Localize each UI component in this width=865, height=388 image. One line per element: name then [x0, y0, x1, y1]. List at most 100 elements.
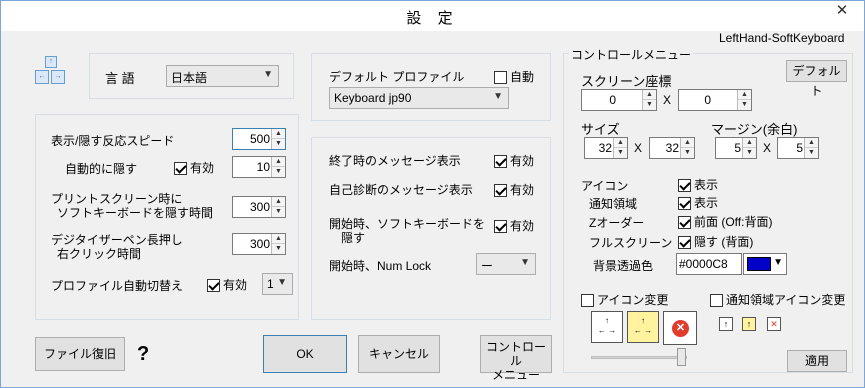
spin-down-icon[interactable]: ▼: [643, 100, 656, 110]
margin-y-stepper[interactable]: 5 ▲ ▼: [777, 137, 819, 159]
notify-icon-change-label: 通知領域アイコン変更: [726, 293, 846, 307]
close-button[interactable]: ✕: [828, 1, 856, 21]
apply-button[interactable]: 適用: [787, 350, 847, 372]
auto-hide-checkbox[interactable]: 有効: [174, 159, 214, 176]
color-swatch: [747, 257, 771, 271]
icon-show-label: 表示: [694, 178, 719, 192]
auto-hide-value: 10: [256, 160, 270, 174]
spin-up-icon[interactable]: ▲: [272, 157, 285, 167]
language-value: 日本語: [171, 71, 208, 85]
size-h-value: 32: [665, 141, 679, 155]
zorder-checkbox[interactable]: 前面 (Off:背面): [678, 213, 772, 230]
spin-down-icon[interactable]: ▼: [743, 148, 756, 158]
printscreen-value: 300: [249, 200, 270, 214]
checkbox-icon: [494, 220, 507, 234]
start-hide-enabled-label: 有効: [510, 219, 535, 233]
spin-down-icon[interactable]: ▼: [738, 100, 751, 110]
pos-y-stepper[interactable]: 0 ▲ ▼: [678, 89, 752, 111]
profile-switch-enabled-label: 有効: [223, 278, 248, 292]
control-menu-group-title: コントロールメニュー: [569, 46, 694, 63]
size-h-stepper[interactable]: 32 ▲ ▼: [649, 137, 695, 159]
digitizer-value: 300: [249, 237, 270, 251]
spin-up-icon[interactable]: ▲: [272, 234, 285, 244]
checkbox-icon: [581, 294, 594, 308]
pos-y-value: 0: [704, 93, 711, 107]
color-picker[interactable]: ▼: [743, 253, 787, 275]
arrow-keys-highlight-icon[interactable]: ↑ ← →: [627, 311, 659, 343]
spin-up-icon[interactable]: ▲: [643, 90, 656, 100]
show-hide-speed-stepper[interactable]: 500 ▲ ▼: [232, 128, 286, 150]
icon-change-checkbox[interactable]: アイコン変更: [581, 291, 668, 308]
spin-down-icon[interactable]: ▼: [805, 148, 818, 158]
spin-up-icon[interactable]: ▲: [272, 129, 285, 139]
spin-down-icon[interactable]: ▼: [272, 207, 285, 217]
opacity-slider-track[interactable]: [591, 356, 687, 359]
spin-down-icon[interactable]: ▼: [272, 244, 285, 254]
help-icon[interactable]: ?: [137, 343, 149, 366]
notify-up-icon[interactable]: ↑: [719, 317, 733, 331]
notify-show-checkbox[interactable]: 表示: [678, 194, 718, 211]
control-menu-button[interactable]: コントロール メニュー: [480, 335, 552, 382]
arrow-keys-icon[interactable]: ↑ ← →: [591, 311, 623, 343]
checkbox-icon: [678, 179, 691, 193]
notify-close-icon[interactable]: ✕: [767, 317, 781, 331]
default-button[interactable]: デフォルト: [786, 60, 847, 98]
opacity-slider-thumb[interactable]: [677, 348, 686, 366]
digitizer-stepper[interactable]: 300 ▲ ▼: [232, 233, 286, 255]
profile-switch-select[interactable]: 1 ▼: [262, 273, 293, 295]
icon-show-checkbox[interactable]: 表示: [678, 176, 718, 193]
spin-up-icon[interactable]: ▲: [743, 138, 756, 148]
chevron-down-icon: ▼: [277, 277, 287, 288]
exit-message-label: 終了時のメッセージ表示: [329, 154, 461, 168]
notify-up-highlight-icon[interactable]: ↑: [742, 317, 756, 331]
selfdiag-message-checkbox[interactable]: 有効: [494, 181, 534, 198]
screen-pos-label: スクリーン座標: [581, 74, 672, 89]
ok-button[interactable]: OK: [263, 335, 347, 373]
profile-switch-checkbox[interactable]: 有効: [207, 276, 247, 293]
spin-up-icon[interactable]: ▲: [614, 138, 627, 148]
spin-up-icon[interactable]: ▲: [805, 138, 818, 148]
spin-down-icon[interactable]: ▼: [272, 139, 285, 149]
show-hide-speed-label: 表示/隠す反応スピード: [51, 134, 175, 148]
profile-select[interactable]: Keyboard jp90 ▼: [329, 87, 509, 109]
language-select[interactable]: 日本語 ▼: [166, 65, 279, 87]
spin-up-icon[interactable]: ▲: [272, 197, 285, 207]
cancel-button[interactable]: キャンセル: [358, 335, 440, 373]
start-hide-checkbox[interactable]: 有効: [494, 217, 534, 234]
margin-x-stepper[interactable]: 5 ▲ ▼: [715, 137, 757, 159]
icon-change-label: アイコン変更: [597, 293, 669, 307]
restore-file-button[interactable]: ファイル復旧: [35, 337, 125, 371]
bg-alpha-label: 背景透過色: [593, 259, 654, 273]
profile-value: Keyboard jp90: [334, 91, 412, 105]
bg-alpha-input[interactable]: #0000C8: [676, 253, 742, 275]
printscreen-stepper[interactable]: 300 ▲ ▼: [232, 196, 286, 218]
checkbox-icon: [678, 236, 691, 250]
size-label: サイズ: [581, 122, 620, 137]
show-hide-speed-value: 500: [249, 132, 270, 146]
profile-auto-checkbox[interactable]: 自動: [494, 68, 534, 85]
title-bar: 設 定 ✕: [1, 1, 864, 31]
spin-down-icon[interactable]: ▼: [614, 148, 627, 158]
close-circle-icon[interactable]: ✕: [663, 311, 697, 345]
numlock-label: 開始時、Num Lock: [329, 259, 432, 273]
checkbox-icon: [678, 216, 691, 230]
selfdiag-enabled-label: 有効: [510, 183, 535, 197]
pos-x-stepper[interactable]: 0 ▲ ▼: [581, 89, 657, 111]
size-w-value: 32: [598, 141, 612, 155]
fullscreen-checkbox[interactable]: 隠す (背面): [678, 233, 753, 250]
size-w-stepper[interactable]: 32 ▲ ▼: [584, 137, 628, 159]
auto-hide-stepper[interactable]: 10 ▲ ▼: [232, 156, 286, 178]
notify-icon-change-checkbox[interactable]: 通知領域アイコン変更: [710, 291, 845, 308]
pos-x-value: 0: [609, 93, 616, 107]
icon-label: アイコン: [581, 179, 629, 193]
spin-up-icon[interactable]: ▲: [681, 138, 694, 148]
chevron-down-icon: ▼: [773, 257, 783, 268]
margin-label: マージン(余白): [711, 122, 798, 137]
spin-down-icon[interactable]: ▼: [272, 167, 285, 177]
spin-up-icon[interactable]: ▲: [738, 90, 751, 100]
auto-hide-label: 自動的に隠す: [65, 162, 138, 176]
chevron-down-icon: ▼: [263, 69, 273, 80]
numlock-select[interactable]: ー ▼: [476, 253, 536, 275]
spin-down-icon[interactable]: ▼: [681, 148, 694, 158]
exit-message-checkbox[interactable]: 有効: [494, 152, 534, 169]
